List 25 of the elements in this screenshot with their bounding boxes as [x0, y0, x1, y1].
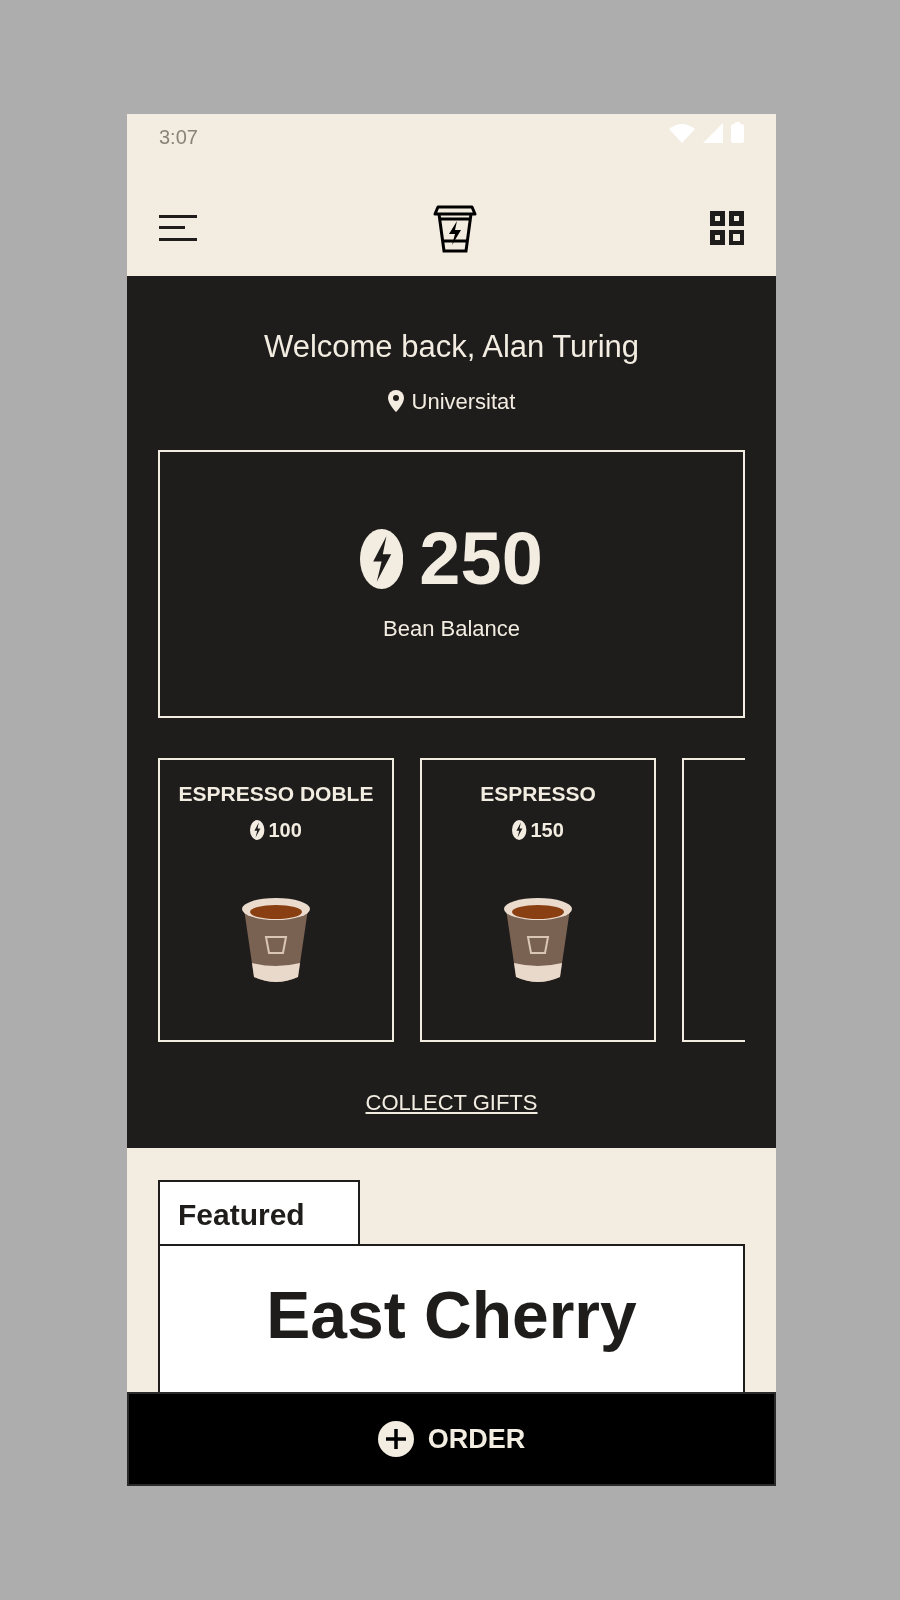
bean-bolt-icon [512, 820, 527, 840]
reward-name: ESPRESSO DOBLE [178, 780, 374, 807]
collect-gifts-link[interactable]: COLLECT GIFTS [365, 1085, 538, 1119]
bean-bolt-icon [250, 820, 265, 840]
status-time: 3:07 [159, 125, 198, 150]
balance-label: Bean Balance [383, 615, 520, 643]
welcome-heading: Welcome back, Alan Turing [263, 328, 640, 366]
reward-price: 100 [268, 818, 302, 843]
reward-name: ESPRESSO [480, 780, 596, 807]
order-button[interactable]: ORDER [127, 1392, 776, 1486]
location-pin-icon [387, 390, 404, 412]
plus-circle-icon [377, 1421, 414, 1457]
menu-icon[interactable] [159, 213, 199, 243]
bean-bolt-icon [360, 529, 404, 589]
balance-amount: 250 [419, 522, 543, 596]
wifi-icon [669, 122, 695, 143]
reward-price: 150 [530, 818, 564, 843]
qr-code-icon[interactable] [710, 211, 744, 245]
location-label: Universitat [411, 387, 516, 416]
battery-icon [731, 122, 744, 143]
featured-tab[interactable]: Featured [158, 1180, 360, 1244]
reward-card[interactable]: ESPRESSO DOBLE 100 [158, 757, 394, 1042]
cup-logo-icon [431, 203, 478, 253]
reward-card[interactable]: ESPRESSO 150 [420, 757, 656, 1042]
signal-icon [703, 122, 723, 143]
